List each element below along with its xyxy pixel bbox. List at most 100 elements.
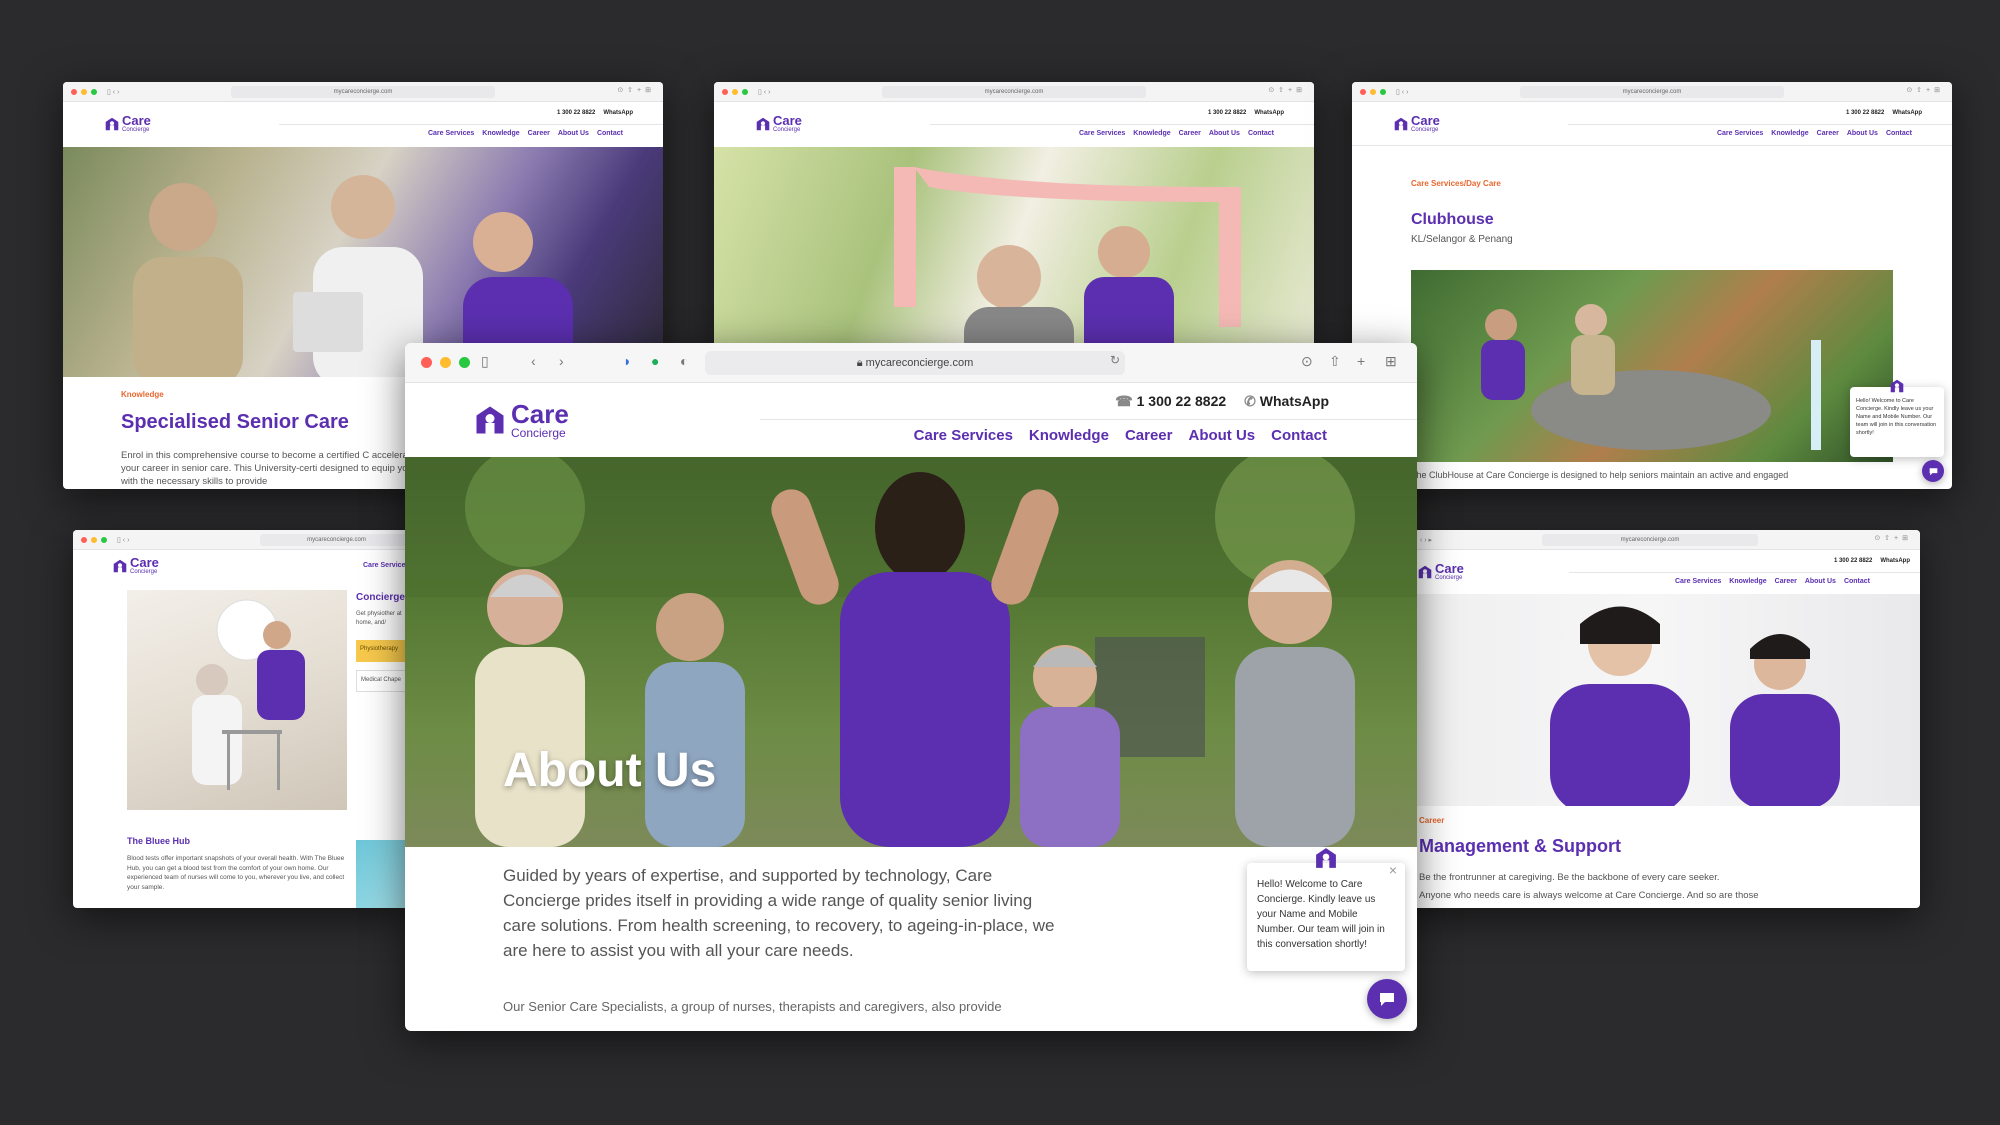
toolbar-icons[interactable]: ▯ ‹ › bbox=[107, 88, 119, 96]
address-bar[interactable]: 🔒︎ mycareconcierge.com bbox=[705, 351, 1125, 375]
window-exercise: ▯ ‹ › mycareconcierge.com ⊙⇧+⊞ Care Conci… bbox=[714, 82, 1314, 352]
nav-knowledge[interactable]: Knowledge bbox=[1029, 427, 1109, 444]
nav-about-us[interactable]: About Us bbox=[1805, 578, 1836, 585]
site-header: Care Concierge Care Services bbox=[73, 550, 413, 580]
toolbar-right-icons[interactable]: ⊙⇧+⊞ bbox=[1874, 534, 1912, 542]
phone-number: 1 300 22 8822 bbox=[1136, 393, 1227, 409]
address-bar[interactable]: mycareconcierge.com bbox=[231, 86, 495, 98]
whatsapp-link[interactable]: WhatsApp bbox=[1254, 110, 1284, 116]
forward-icon[interactable]: › bbox=[559, 353, 564, 369]
nav-contact[interactable]: Contact bbox=[1271, 427, 1327, 444]
zoom-window-button[interactable] bbox=[459, 357, 470, 368]
toolbar-icons[interactable]: ‹ › ▸ bbox=[1420, 536, 1432, 544]
address-bar[interactable]: mycareconcierge.com bbox=[260, 534, 413, 546]
nav-contact[interactable]: Contact bbox=[597, 130, 623, 137]
nav-care-services[interactable]: Care Services bbox=[428, 130, 474, 137]
nav-care-services[interactable]: Care Services bbox=[1675, 578, 1721, 585]
phone-link[interactable]: 1 300 22 8822 bbox=[557, 110, 595, 116]
close-window-button[interactable] bbox=[421, 357, 432, 368]
whatsapp-link[interactable]: WhatsApp bbox=[1892, 110, 1922, 116]
phone-link[interactable]: 1 300 22 8822 bbox=[1208, 110, 1246, 116]
logo-text: Care bbox=[1435, 561, 1464, 576]
nav-care-services[interactable]: Care Services bbox=[1717, 130, 1763, 137]
sidebar-icon[interactable]: ▯ bbox=[481, 353, 489, 370]
grammar-extension-icon[interactable]: ● bbox=[651, 353, 659, 369]
window-controls[interactable] bbox=[81, 536, 107, 543]
nav-contact[interactable]: Contact bbox=[1844, 578, 1870, 585]
side-heading: Concierge bbox=[356, 592, 405, 603]
whatsapp-link[interactable]: WhatsApp bbox=[603, 110, 633, 116]
site-logo[interactable]: Care Concierge bbox=[105, 114, 151, 133]
back-icon[interactable]: ‹ bbox=[531, 353, 536, 369]
address-bar[interactable]: mycareconcierge.com bbox=[1520, 86, 1784, 98]
phone-link[interactable]: ☎ 1 300 22 8822 bbox=[1115, 393, 1226, 410]
nav-career[interactable]: Career bbox=[1775, 578, 1797, 585]
nav-care-services[interactable]: Care Services bbox=[1079, 130, 1125, 137]
about-paragraph: Our Senior Care Specialists, a group of … bbox=[503, 999, 1002, 1014]
window-controls[interactable] bbox=[421, 357, 470, 368]
chat-message: Hello! Welcome to Care Concierge. Kindly… bbox=[1856, 398, 1937, 436]
section-kicker: Career bbox=[1419, 816, 1445, 825]
nav-about-us[interactable]: About Us bbox=[558, 130, 589, 137]
site-logo[interactable]: Care Concierge bbox=[475, 401, 569, 439]
header-divider bbox=[1568, 124, 1952, 125]
nav-knowledge[interactable]: Knowledge bbox=[1133, 130, 1170, 137]
lock-icon: 🔒︎ bbox=[856, 357, 866, 369]
address-bar[interactable]: mycareconcierge.com bbox=[1542, 534, 1758, 546]
toolbar-right-icons[interactable]: ⊙⇧+⊞ bbox=[1906, 86, 1944, 94]
site-header: Care Concierge 1 300 22 8822 WhatsApp Car… bbox=[63, 102, 663, 146]
nav-career[interactable]: Career bbox=[1817, 130, 1839, 137]
nav-care-services[interactable]: Care Services bbox=[914, 427, 1013, 444]
download-icon[interactable]: ⊙ bbox=[1301, 353, 1313, 370]
whatsapp-link[interactable]: ✆ WhatsApp bbox=[1244, 393, 1329, 410]
chat-close-icon[interactable]: × bbox=[1389, 863, 1397, 878]
chat-button[interactable] bbox=[1922, 460, 1944, 482]
window-controls[interactable] bbox=[1360, 88, 1386, 95]
nav-contact[interactable]: Contact bbox=[1886, 130, 1912, 137]
toolbar-right-icons[interactable]: ⊙⇧+⊞ bbox=[1268, 86, 1306, 94]
logo-text: Care bbox=[122, 113, 151, 128]
nav-about-us[interactable]: About Us bbox=[1188, 427, 1255, 444]
new-tab-icon[interactable]: + bbox=[1357, 353, 1365, 369]
toolbar-icons[interactable]: ▯ ‹ › bbox=[758, 88, 770, 96]
nav-career[interactable]: Career bbox=[1179, 130, 1201, 137]
main-nav: Care Services Knowledge Career About Us … bbox=[1079, 130, 1274, 137]
extension-icon[interactable]: ◗ bbox=[623, 353, 631, 369]
site-logo[interactable]: Care Concierge bbox=[1418, 562, 1464, 581]
site-logo[interactable]: Care Concierge bbox=[113, 556, 159, 575]
phone-link[interactable]: 1 300 22 8822 bbox=[1846, 110, 1884, 116]
bluee-photo bbox=[127, 590, 347, 810]
logo-subtext: Concierge bbox=[130, 569, 158, 575]
share-icon[interactable]: ⇧ bbox=[1329, 353, 1341, 370]
breadcrumb[interactable]: Care Services/Day Care bbox=[1411, 179, 1501, 188]
phone-icon: ☎ bbox=[1115, 393, 1137, 409]
nav-knowledge[interactable]: Knowledge bbox=[1771, 130, 1808, 137]
toolbar-right-icons[interactable]: ⊙⇧+⊞ bbox=[617, 86, 655, 94]
toolbar-icons[interactable]: ▯ ‹ › bbox=[1396, 88, 1408, 96]
nav-about-us[interactable]: About Us bbox=[1847, 130, 1878, 137]
nav-knowledge[interactable]: Knowledge bbox=[482, 130, 519, 137]
career-photo bbox=[1380, 594, 1920, 806]
nav-contact[interactable]: Contact bbox=[1248, 130, 1274, 137]
browser-toolbar: ▯ ‹ › mycareconcierge.com ⊙⇧+⊞ bbox=[1352, 82, 1952, 102]
reload-icon[interactable]: ↻ bbox=[1110, 353, 1120, 367]
nav-about-us[interactable]: About Us bbox=[1209, 130, 1240, 137]
tabs-icon[interactable]: ⊞ bbox=[1385, 353, 1397, 370]
address-bar[interactable]: mycareconcierge.com bbox=[882, 86, 1146, 98]
window-controls[interactable] bbox=[71, 88, 97, 95]
toolbar-icons[interactable]: ▯ ‹ › bbox=[117, 536, 129, 544]
whatsapp-link[interactable]: WhatsApp bbox=[1880, 558, 1910, 564]
hero-title: About Us bbox=[503, 744, 717, 797]
minimize-window-button[interactable] bbox=[440, 357, 451, 368]
nav-career[interactable]: Career bbox=[1125, 427, 1173, 444]
nav-knowledge[interactable]: Knowledge bbox=[1729, 578, 1766, 585]
window-controls[interactable] bbox=[722, 88, 748, 95]
phone-link[interactable]: 1 300 22 8822 bbox=[1834, 558, 1872, 564]
logo-subtext: Concierge bbox=[1411, 127, 1439, 133]
site-logo[interactable]: Care Concierge bbox=[756, 114, 802, 133]
privacy-shield-icon[interactable]: ◐ bbox=[680, 353, 688, 369]
chat-button[interactable] bbox=[1367, 979, 1407, 1019]
site-logo[interactable]: Care Concierge bbox=[1394, 114, 1440, 133]
nav-career[interactable]: Career bbox=[528, 130, 550, 137]
nav-care-services[interactable]: Care Services bbox=[363, 562, 409, 569]
